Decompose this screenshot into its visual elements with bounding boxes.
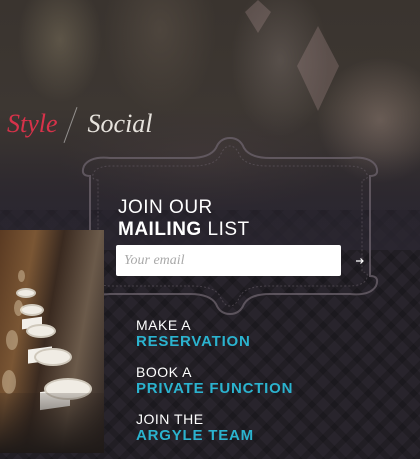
diamond-ornament-large [297,26,339,111]
make-reservation-link[interactable]: MAKE A RESERVATION [136,317,251,350]
mailing-heading-line1: JOIN OUR [118,197,213,218]
arrow-right-icon [356,257,364,264]
banquet-table-photo [0,230,104,453]
email-submit-button[interactable] [350,250,370,270]
mailing-heading-line2: MAILING LIST [118,219,250,241]
book-private-function-link[interactable]: BOOK A PRIVATE FUNCTION [136,364,293,397]
cta-top-text: MAKE A [136,317,192,333]
email-input[interactable] [116,245,341,276]
tab-style[interactable]: Style [7,109,58,139]
tab-social[interactable]: Social [88,109,153,139]
cta-top-text: BOOK A [136,364,192,380]
cta-bottom-text: RESERVATION [136,333,251,350]
cta-bottom-text: ARGYLE TEAM [136,427,254,444]
tab-divider [62,106,80,142]
mailing-heading-bold: MAILING [118,219,202,240]
diamond-ornament-small [245,0,271,33]
join-argyle-team-link[interactable]: JOIN THE ARGYLE TEAM [136,411,254,444]
mailing-list-heading: JOIN OUR MAILING LIST [118,197,250,241]
cta-top-text: JOIN THE [136,411,204,427]
cta-bottom-text: PRIVATE FUNCTION [136,380,294,397]
mailing-heading-rest: LIST [201,219,250,240]
